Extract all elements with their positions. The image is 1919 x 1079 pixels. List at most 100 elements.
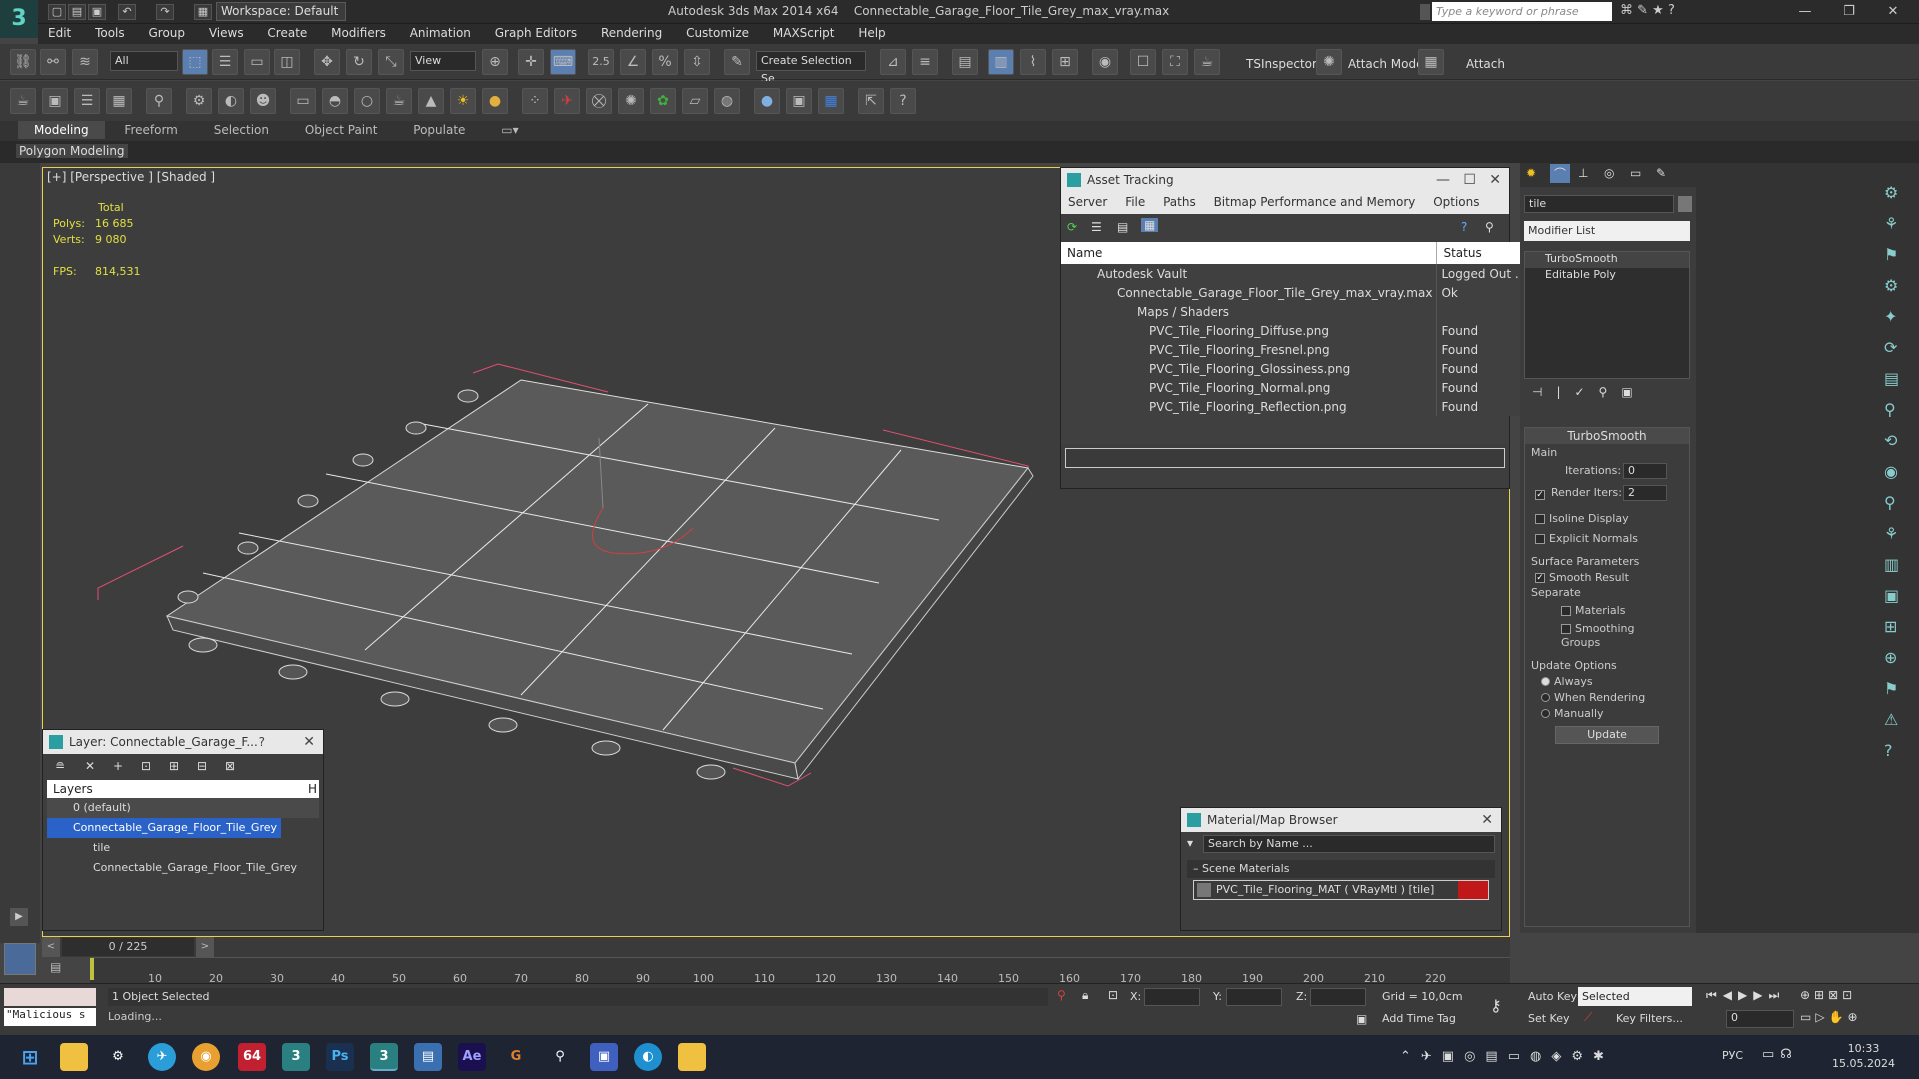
table-row[interactable]: Connectable_Garage_Floor_Tile_Grey_max_v…: [1061, 283, 1532, 302]
layer-new-icon[interactable]: ≘: [55, 759, 65, 773]
rollout-title[interactable]: TurboSmooth: [1525, 428, 1689, 444]
export-icon[interactable]: ⇱: [858, 88, 884, 114]
app-logo-icon[interactable]: 3: [0, 0, 38, 38]
sphere-tool-icon[interactable]: ◐: [218, 88, 244, 114]
isolate-icon[interactable]: ⚲: [1057, 988, 1066, 1002]
layer-header[interactable]: Layers H: [47, 780, 319, 798]
layer-highlight-icon[interactable]: ⊞: [169, 759, 179, 773]
table-row[interactable]: PVC_Tile_Flooring_Fresnel.png Found: [1061, 340, 1532, 359]
layer-help-icon[interactable]: ?: [259, 730, 265, 754]
named-selection-dropdown[interactable]: Create Selection Se: [756, 51, 866, 85]
layer-hide-icon[interactable]: ⊟: [197, 759, 207, 773]
window-crossing-icon[interactable]: ◫: [274, 49, 300, 75]
prev-frame-icon[interactable]: <: [42, 937, 60, 957]
schematic-view-icon[interactable]: ⊞: [1052, 49, 1078, 75]
asset-tracking-title[interactable]: Asset Tracking — ☐ ✕: [1061, 168, 1509, 192]
asset-menu-server[interactable]: Server: [1061, 192, 1114, 212]
list-item[interactable]: tile: [47, 838, 319, 858]
track-bar[interactable]: 10 20 30 40 50 60 70 80 90 100 110 120 1…: [90, 957, 1510, 985]
ambient-icon[interactable]: ●: [482, 88, 508, 114]
mirror-icon[interactable]: ⊿: [880, 49, 906, 75]
grid-tool-icon[interactable]: ▦: [106, 88, 132, 114]
menu-customize[interactable]: Customize: [676, 24, 759, 42]
always-row[interactable]: Always: [1525, 672, 1689, 688]
attach-button[interactable]: Attach: [1466, 57, 1505, 71]
folder-icon[interactable]: [678, 1043, 706, 1071]
smoothing-groups-checkbox[interactable]: [1561, 623, 1571, 634]
clock[interactable]: 10:33 15.05.2024: [1832, 1041, 1895, 1071]
selection-filter-dropdown[interactable]: All: [110, 51, 178, 71]
help-search-input[interactable]: Type a keyword or phrase: [1432, 2, 1612, 21]
asset-window-controls[interactable]: — ☐ ✕: [1436, 168, 1501, 192]
stack-item-editable-poly[interactable]: Editable Poly: [1525, 268, 1689, 284]
new-file-icon[interactable]: ▢: [48, 4, 66, 20]
physcam-icon[interactable]: ✈: [554, 88, 580, 114]
dome-light-icon[interactable]: ◓: [322, 88, 348, 114]
smoothing-groups-row[interactable]: Smoothing Groups: [1525, 617, 1689, 649]
workspace-dropdown[interactable]: Workspace: Default: [216, 2, 346, 21]
render-setup-icon[interactable]: ☐: [1130, 49, 1156, 75]
always-radio[interactable]: [1541, 677, 1550, 686]
iterations-spinner[interactable]: 0: [1623, 463, 1667, 479]
menu-views[interactable]: Views: [199, 24, 254, 42]
scene-materials-header[interactable]: – Scene Materials: [1187, 860, 1495, 878]
asset-col-name[interactable]: Name: [1061, 242, 1438, 264]
next-frame-icon[interactable]: >: [196, 937, 214, 957]
material-options-icon[interactable]: ▾: [1187, 836, 1193, 850]
asset-pin-icon[interactable]: ⚲: [1485, 220, 1494, 234]
hierarchy-tab-icon[interactable]: ⊥: [1578, 166, 1588, 180]
material-item[interactable]: PVC_Tile_Flooring_MAT ( VRayMtl ) [tile]: [1193, 880, 1489, 900]
lock-selection-icon[interactable]: 🔒︎: [1082, 988, 1088, 1003]
layer-select-icon[interactable]: ⊡: [141, 759, 151, 773]
proxy-icon[interactable]: ⛒: [586, 88, 612, 114]
manually-radio[interactable]: [1541, 709, 1550, 718]
layer-title[interactable]: Layer: Connectable_Garage_F... ? ✕: [43, 730, 323, 754]
layer-delete-icon[interactable]: ✕: [85, 759, 95, 773]
app-g-icon[interactable]: G: [502, 1043, 530, 1071]
app-q-icon[interactable]: ⚲: [546, 1043, 574, 1071]
stack-controls[interactable]: ⊣|✓⚲▣: [1532, 385, 1647, 399]
material-close-icon[interactable]: ✕: [1481, 808, 1493, 832]
set-key-button[interactable]: Set Key: [1528, 1012, 1570, 1025]
asset-path-field[interactable]: [1065, 448, 1505, 468]
chrome-icon[interactable]: ◉: [192, 1043, 220, 1071]
pivot-center-icon[interactable]: ⊕: [482, 49, 508, 75]
render-iters-checkbox[interactable]: ✓: [1535, 489, 1545, 500]
restore-icon[interactable]: ❐: [1834, 2, 1864, 22]
key-selection-dropdown[interactable]: Selected: [1578, 987, 1692, 1006]
app-floppy-icon[interactable]: ▣: [590, 1043, 618, 1071]
material-editor-icon[interactable]: ◉: [1092, 49, 1118, 75]
align-icon[interactable]: ≡: [912, 49, 938, 75]
cam-tool-icon[interactable]: ⚙: [186, 88, 212, 114]
tab-freeform[interactable]: Freeform: [108, 121, 193, 139]
asset-menu-options[interactable]: Options: [1426, 192, 1486, 212]
tool-strip-icons[interactable]: ⚙ ⚘ ⚑ ⚙ ✦ ⟳ ▤ ⚲ ⟲ ◉ ⚲ ⚘ ▥ ▣ ⊞ ⊕ ⚑ ⚠?: [1876, 163, 1919, 780]
viewport-nav-controls-bottom[interactable]: ▭▷✋⊕: [1800, 1010, 1862, 1024]
system-tray-icons[interactable]: ⌃✈▣◎▤▭◍◈⚙✱: [1400, 1049, 1614, 1064]
frame-buffer-icon[interactable]: ▣: [786, 88, 812, 114]
tsinspector-button[interactable]: TSInspector: [1246, 57, 1317, 71]
key-icon[interactable]: ⚷: [1490, 996, 1502, 1015]
vrmat-icon[interactable]: ◍: [714, 88, 740, 114]
infocenter-icons[interactable]: ⌘ ✎ ★ ?: [1620, 3, 1675, 18]
keyboard-shortcut-icon[interactable]: ⌨: [550, 49, 576, 75]
table-row[interactable]: PVC_Tile_Flooring_Glossiness.png Found: [1061, 359, 1532, 378]
percent-snap-icon[interactable]: %: [652, 49, 678, 75]
time-tag-icon[interactable]: ▣: [1356, 1012, 1367, 1026]
move-icon[interactable]: ✥: [314, 49, 340, 75]
modifier-list-dropdown[interactable]: Modifier List: [1524, 221, 1690, 241]
plane-light-icon[interactable]: ▭: [290, 88, 316, 114]
isoline-row[interactable]: Isoline Display: [1525, 505, 1689, 525]
sun-icon[interactable]: ☀: [450, 88, 476, 114]
when-rendering-radio[interactable]: [1541, 693, 1550, 702]
render-production-icon[interactable]: ☕: [1194, 49, 1220, 75]
redo-icon[interactable]: ↷: [156, 4, 174, 20]
attach-mode-icon[interactable]: ✺: [1316, 49, 1342, 75]
search-expand-icon[interactable]: [1420, 4, 1430, 20]
z-coordinate-field[interactable]: [1310, 988, 1366, 1006]
expand-left-icon[interactable]: ▶: [10, 908, 28, 926]
time-slider-thumb[interactable]: 0 / 225: [62, 938, 194, 956]
y-coordinate-field[interactable]: [1226, 988, 1282, 1006]
asset-help-icon[interactable]: ?: [1461, 220, 1467, 234]
render-icon[interactable]: ▦: [818, 88, 844, 114]
